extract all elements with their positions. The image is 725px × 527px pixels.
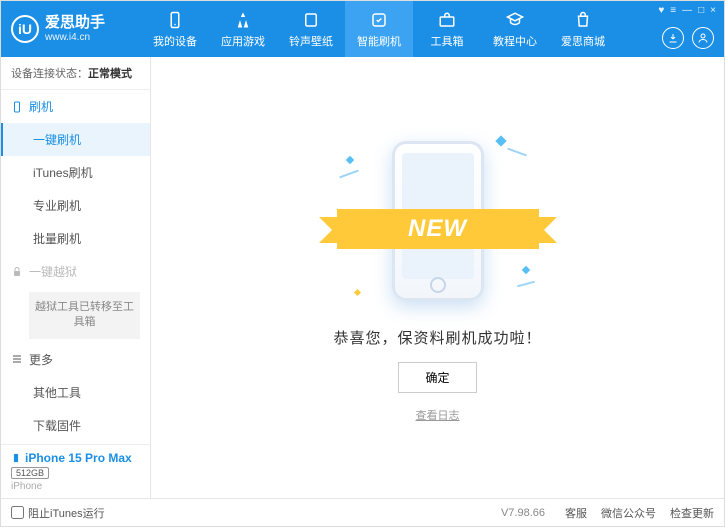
- footer-support[interactable]: 客服: [565, 505, 587, 521]
- maximize-button[interactable]: □: [698, 5, 704, 16]
- nav-my-device[interactable]: 我的设备: [141, 1, 209, 57]
- logo[interactable]: iU 爱思助手 www.i4.cn: [11, 14, 141, 44]
- success-message: 恭喜您，保资料刷机成功啦！: [333, 327, 541, 348]
- app-url: www.i4.cn: [45, 32, 105, 44]
- nav-flash[interactable]: 智能刷机: [345, 1, 413, 57]
- title-bar: iU 爱思助手 www.i4.cn 我的设备 应用游戏 铃声壁纸 智能刷机: [1, 1, 724, 57]
- ok-button[interactable]: 确定: [398, 362, 476, 393]
- toolbox-icon: [437, 10, 457, 30]
- view-log-link[interactable]: 查看日志: [416, 407, 460, 423]
- phone-small-icon: [11, 451, 21, 465]
- list-icon: [11, 353, 23, 365]
- phone-icon: [11, 101, 23, 113]
- sidebar-item-batch[interactable]: 批量刷机: [1, 222, 150, 255]
- tutorial-icon: [505, 10, 525, 30]
- device-type: iPhone: [11, 481, 140, 492]
- gift-icon[interactable]: ♥: [658, 5, 664, 16]
- shop-icon: [573, 10, 593, 30]
- apps-icon: [233, 10, 253, 30]
- window-controls: ♥ ≡ — □ ×: [658, 5, 716, 16]
- version-label: V7.98.66: [501, 507, 545, 519]
- nav-toolbox[interactable]: 工具箱: [413, 1, 481, 57]
- new-ribbon: NEW: [337, 209, 539, 249]
- lock-icon: [11, 266, 23, 278]
- jailbreak-moved-note: 越狱工具已转移至工具箱: [29, 292, 140, 339]
- nav-ringtone[interactable]: 铃声壁纸: [277, 1, 345, 57]
- main-content: NEW 恭喜您，保资料刷机成功啦！ 确定 查看日志: [151, 57, 724, 498]
- nav-apps[interactable]: 应用游戏: [209, 1, 277, 57]
- flash-icon: [369, 10, 389, 30]
- device-info[interactable]: iPhone 15 Pro Max 512GB iPhone: [1, 444, 150, 498]
- sidebar-head-more[interactable]: 更多: [1, 343, 150, 376]
- sidebar-head-jailbreak: 一键越狱: [1, 255, 150, 288]
- logo-icon: iU: [11, 15, 39, 43]
- nav-tutorial[interactable]: 教程中心: [481, 1, 549, 57]
- connection-status: 设备连接状态：正常模式: [1, 57, 150, 90]
- user-button[interactable]: [692, 27, 714, 49]
- menu-icon[interactable]: ≡: [670, 5, 676, 16]
- sidebar-item-oneclick[interactable]: 一键刷机: [1, 123, 150, 156]
- close-button[interactable]: ×: [710, 5, 716, 16]
- storage-badge: 512GB: [11, 467, 49, 479]
- minimize-button[interactable]: —: [682, 5, 692, 16]
- block-itunes-checkbox[interactable]: 阻止iTunes运行: [11, 505, 105, 521]
- top-nav: 我的设备 应用游戏 铃声壁纸 智能刷机 工具箱 教程中心: [141, 1, 617, 57]
- sidebar: 设备连接状态：正常模式 刷机 一键刷机 iTunes刷机 专业刷机 批量刷机 一…: [1, 57, 151, 498]
- sidebar-item-other[interactable]: 其他工具: [1, 376, 150, 409]
- footer-wechat[interactable]: 微信公众号: [601, 505, 656, 521]
- success-illustration: NEW: [343, 133, 533, 313]
- sidebar-item-itunes[interactable]: iTunes刷机: [1, 156, 150, 189]
- sidebar-item-pro[interactable]: 专业刷机: [1, 189, 150, 222]
- ringtone-icon: [301, 10, 321, 30]
- device-icon: [165, 10, 185, 30]
- footer-update[interactable]: 检查更新: [670, 505, 714, 521]
- app-name: 爱思助手: [45, 14, 105, 32]
- nav-shop[interactable]: 爱思商城: [549, 1, 617, 57]
- sidebar-head-flash[interactable]: 刷机: [1, 90, 150, 123]
- sidebar-item-firmware[interactable]: 下载固件: [1, 409, 150, 442]
- download-button[interactable]: [662, 27, 684, 49]
- status-bar: 阻止iTunes运行 V7.98.66 客服 微信公众号 检查更新: [1, 498, 724, 526]
